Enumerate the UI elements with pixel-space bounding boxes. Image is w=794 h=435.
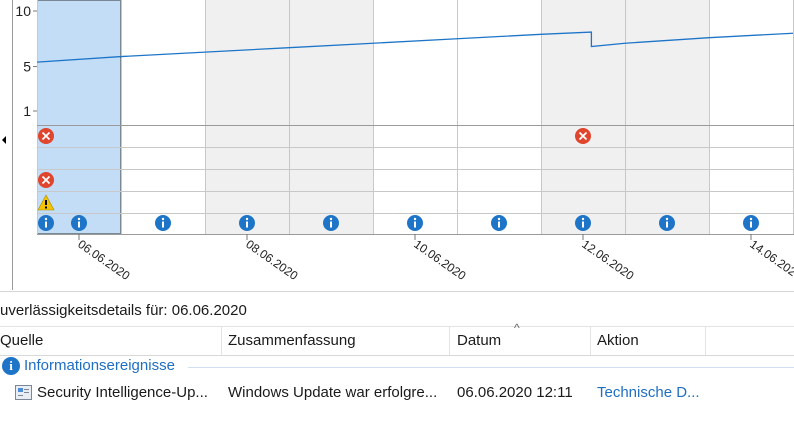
error-icon — [38, 128, 54, 144]
info-icon — [71, 215, 87, 231]
group-header-information-events[interactable]: i Informationsereignisse — [0, 356, 794, 378]
info-icon-dot — [44, 217, 48, 221]
column-header-action[interactable]: Aktion — [597, 327, 706, 355]
day-column — [121, 0, 205, 234]
error-icon — [575, 128, 591, 144]
day-column — [289, 0, 373, 234]
info-icon-dot — [413, 217, 417, 221]
info-icon — [407, 215, 423, 231]
table-header: Quelle Zusammenfassung Datum Aktion ^ — [0, 321, 794, 356]
info-icon — [239, 215, 255, 231]
x-date-label: 06.06.2020 — [75, 237, 132, 283]
day-column — [373, 0, 457, 234]
info-icon — [575, 215, 591, 231]
warning-icon-dot — [45, 206, 47, 209]
info-icon — [743, 215, 759, 231]
reliability-chart[interactable]: 10 5 1 06.06.2020 08.06.2020 10.06.2020 12.06.… — [0, 0, 794, 300]
info-icon — [659, 215, 675, 231]
info-icon — [323, 215, 339, 231]
warning-icon-mark — [45, 200, 47, 205]
selected-day-column[interactable] — [37, 0, 121, 234]
info-icon — [38, 215, 54, 231]
table-row[interactable]: Security Intelligence-Up... Windows Upda… — [0, 382, 794, 406]
day-column — [625, 0, 709, 234]
info-icon-stem — [582, 221, 584, 228]
column-header-summary[interactable]: Zusammenfassung — [228, 327, 450, 355]
info-icon-dot — [161, 217, 165, 221]
info-icon-dot — [497, 217, 501, 221]
info-icon-stem — [414, 221, 416, 228]
row-summary: Windows Update war erfolgre... — [228, 384, 438, 401]
sort-ascending-icon: ^ — [514, 321, 520, 335]
reliability-details-title: uverlässigkeitsdetails für: 06.06.2020 — [0, 302, 247, 319]
info-icon — [155, 215, 171, 231]
info-icon-dot — [77, 217, 81, 221]
y-tick-label: 1 — [23, 103, 31, 119]
view-technical-details-link[interactable]: Technische D... — [597, 384, 717, 401]
x-date-label: 14.06.2020 — [747, 237, 794, 283]
info-icon-dot — [329, 217, 333, 221]
x-date-label: 12.06.2020 — [579, 237, 636, 283]
info-icon-dot — [665, 217, 669, 221]
info-icon-stem — [666, 221, 668, 228]
info-icon — [491, 215, 507, 231]
day-column — [205, 0, 289, 234]
error-icon — [38, 172, 54, 188]
info-icon-stem — [45, 221, 47, 228]
update-source-icon — [15, 385, 32, 400]
column-header-source[interactable]: Quelle — [0, 327, 222, 355]
group-divider — [188, 367, 794, 368]
x-date-label: 10.06.2020 — [411, 237, 468, 283]
info-icon-stem — [78, 221, 80, 228]
y-tick-label: 5 — [23, 59, 31, 75]
info-icon-stem — [162, 221, 164, 228]
group-label: Informationsereignisse — [24, 357, 175, 374]
y-tick-label: 10 — [15, 3, 31, 19]
info-icon-stem — [750, 221, 752, 228]
info-icon-stem — [330, 221, 332, 228]
row-date: 06.06.2020 12:11 — [457, 384, 573, 401]
details-table: Quelle Zusammenfassung Datum Aktion ^ i … — [0, 321, 794, 435]
day-column — [541, 0, 625, 234]
info-icon-stem — [498, 221, 500, 228]
column-header-date[interactable]: Datum — [457, 327, 591, 355]
row-pointer-icon — [2, 136, 6, 144]
info-icon-stem — [246, 221, 248, 228]
row-source: Security Intelligence-Up... — [37, 384, 208, 401]
info-icon-dot — [581, 217, 585, 221]
info-icon-dot — [749, 217, 753, 221]
info-icon: i — [2, 357, 20, 375]
x-date-label: 08.06.2020 — [243, 237, 300, 283]
info-icon-dot — [245, 217, 249, 221]
